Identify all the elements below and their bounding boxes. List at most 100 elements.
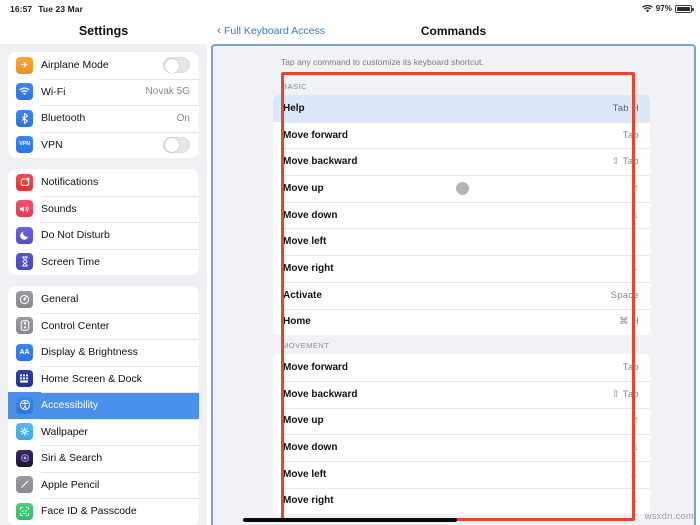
command-row-help[interactable]: Help Tab H	[273, 95, 650, 122]
battery-percent: 97%	[655, 4, 672, 13]
sidebar-item-notifications[interactable]: Notifications	[8, 169, 199, 196]
ipad-settings-screen: 16:57 Tue 23 Mar 97% Settings ✈ Airplane…	[0, 0, 700, 525]
command-row-movement-move-backward[interactable]: Move backward ⇧ Tab	[273, 380, 650, 408]
command-row-home[interactable]: Home ⌘ H	[273, 308, 650, 336]
sidebar-item-general[interactable]: General	[8, 286, 199, 313]
airplane-icon: ✈	[16, 56, 33, 74]
sidebar-item-face-id-passcode[interactable]: Face ID & Passcode	[8, 498, 199, 525]
command-row-activate[interactable]: Activate Space	[273, 281, 650, 309]
bluetooth-state-value: On	[176, 112, 190, 124]
command-row-move-right[interactable]: Move right →	[273, 255, 650, 282]
sidebar-item-airplane-mode[interactable]: ✈ Airplane Mode	[8, 52, 199, 79]
command-shortcut: ⌘ H	[619, 316, 639, 328]
battery-icon	[675, 4, 694, 13]
command-shortcut: Tab	[622, 129, 639, 141]
command-shortcut: ⇧ Tab	[611, 388, 639, 400]
chevron-left-icon: ‹	[217, 23, 221, 37]
sidebar-item-label: Wallpaper	[41, 425, 88, 438]
display-brightness-icon: AA	[16, 343, 33, 361]
sidebar-item-label: Wi-Fi	[41, 85, 66, 98]
command-shortcut: Tab	[622, 362, 639, 374]
vpn-icon: VPN	[16, 136, 33, 154]
sidebar-item-label: Airplane Mode	[41, 59, 109, 72]
sidebar-item-bluetooth[interactable]: Bluetooth On	[8, 105, 199, 132]
sidebar-item-label: Siri & Search	[41, 452, 103, 465]
command-name: Move backward	[283, 156, 358, 168]
sidebar-item-display-brightness[interactable]: AA Display & Brightness	[8, 339, 199, 366]
command-row-move-down[interactable]: Move down ↓	[273, 201, 650, 229]
sidebar-item-vpn[interactable]: VPN VPN	[8, 131, 199, 159]
sidebar-item-do-not-disturb[interactable]: Do Not Disturb	[8, 222, 199, 249]
command-shortcut: ←	[629, 236, 639, 248]
sidebar-item-screen-time[interactable]: Screen Time	[8, 248, 199, 276]
airplane-mode-toggle[interactable]	[163, 57, 190, 74]
notifications-icon	[16, 173, 33, 191]
command-row-movement-move-left[interactable]: Move left ←	[273, 460, 650, 488]
back-button-label: Full Keyboard Access	[224, 24, 325, 37]
command-row-move-left[interactable]: Move left ←	[273, 228, 650, 256]
command-shortcut: ↑	[633, 182, 639, 194]
vpn-toggle[interactable]	[163, 136, 190, 153]
hourglass-icon	[16, 253, 33, 271]
command-row-movement-move-down[interactable]: Move down ↓	[273, 434, 650, 461]
sidebar-item-sounds[interactable]: Sounds	[8, 195, 199, 223]
sidebar-item-home-screen-dock[interactable]: Home Screen & Dock	[8, 365, 199, 393]
command-row-move-backward[interactable]: Move backward ⇧ Tab	[273, 148, 650, 176]
command-name: Move down	[283, 442, 338, 454]
command-name: Move up	[283, 182, 324, 194]
command-row-movement-move-right[interactable]: Move right →	[273, 487, 650, 515]
sounds-icon	[16, 200, 33, 218]
command-group-movement: Move forward Tab Move backward ⇧ Tab Mov…	[273, 354, 650, 515]
commands-focus-container: Tap any command to customize its keyboar…	[211, 44, 696, 525]
sidebar-item-label: VPN	[41, 138, 63, 151]
sidebar-item-label: Sounds	[41, 202, 77, 215]
command-name: Move left	[283, 236, 327, 248]
command-row-move-forward[interactable]: Move forward Tab	[273, 121, 650, 149]
command-shortcut: Tab H	[612, 102, 639, 114]
command-row-movement-move-forward[interactable]: Move forward Tab	[273, 354, 650, 381]
siri-icon	[16, 449, 33, 467]
command-name: Help	[283, 102, 305, 114]
command-group-basic: Help Tab H Move forward Tab Move backwar…	[273, 95, 650, 336]
sidebar-item-label: Face ID & Passcode	[41, 505, 137, 518]
back-to-full-keyboard-access-button[interactable]: ‹ Full Keyboard Access	[217, 23, 325, 37]
sidebar-item-wifi[interactable]: Wi-Fi Novak 5G	[8, 78, 199, 106]
sidebar-item-label: General	[41, 293, 79, 306]
section-header-movement: MOVEMENT	[282, 341, 330, 351]
sidebar-item-accessibility[interactable]: Accessibility	[8, 392, 199, 419]
sidebar-item-siri-search[interactable]: Siri & Search	[8, 445, 199, 472]
status-bar: 16:57 Tue 23 Mar 97%	[0, 0, 700, 17]
command-shortcut: ↓	[633, 209, 639, 221]
commands-list[interactable]: BASIC Help Tab H Move forward Tab Move b…	[213, 76, 694, 515]
touch-indicator	[456, 182, 469, 195]
status-time: 16:57	[10, 3, 33, 14]
sidebar-item-label: Accessibility	[41, 399, 99, 412]
command-name: Home	[283, 316, 311, 328]
apple-pencil-icon	[16, 476, 33, 494]
wifi-icon	[641, 4, 653, 13]
command-name: Move up	[283, 415, 324, 427]
sidebar-item-label: Do Not Disturb	[41, 229, 110, 242]
sidebar-item-apple-pencil[interactable]: Apple Pencil	[8, 471, 199, 499]
gear-icon	[16, 290, 33, 308]
sidebar-item-label: Display & Brightness	[41, 346, 138, 359]
wifi-icon	[16, 83, 33, 101]
command-shortcut: →	[629, 262, 639, 274]
wifi-network-value: Novak 5G	[145, 86, 190, 98]
sidebar-item-wallpaper[interactable]: Wallpaper	[8, 418, 199, 446]
bluetooth-icon	[16, 109, 33, 127]
sidebar-item-label: Control Center	[41, 319, 110, 332]
home-indicator[interactable]	[243, 518, 457, 522]
command-shortcut: →	[629, 495, 639, 507]
command-shortcut: Space	[610, 289, 639, 301]
sidebar-group-connectivity: ✈ Airplane Mode Wi-Fi Novak 5G Bluetooth…	[8, 52, 199, 158]
sidebar-item-label: Home Screen & Dock	[41, 372, 142, 385]
command-row-movement-move-up[interactable]: Move up ↑	[273, 407, 650, 435]
command-shortcut: ←	[629, 468, 639, 480]
command-shortcut: ↓	[633, 442, 639, 454]
sidebar-scroll-area[interactable]: ✈ Airplane Mode Wi-Fi Novak 5G Bluetooth…	[0, 44, 207, 525]
sidebar-group-system: General Control Center AA Display & Brig…	[8, 286, 199, 525]
sidebar-item-label: Apple Pencil	[41, 478, 100, 491]
sidebar-item-control-center[interactable]: Control Center	[8, 312, 199, 340]
commands-hint-text: Tap any command to customize its keyboar…	[281, 57, 484, 67]
